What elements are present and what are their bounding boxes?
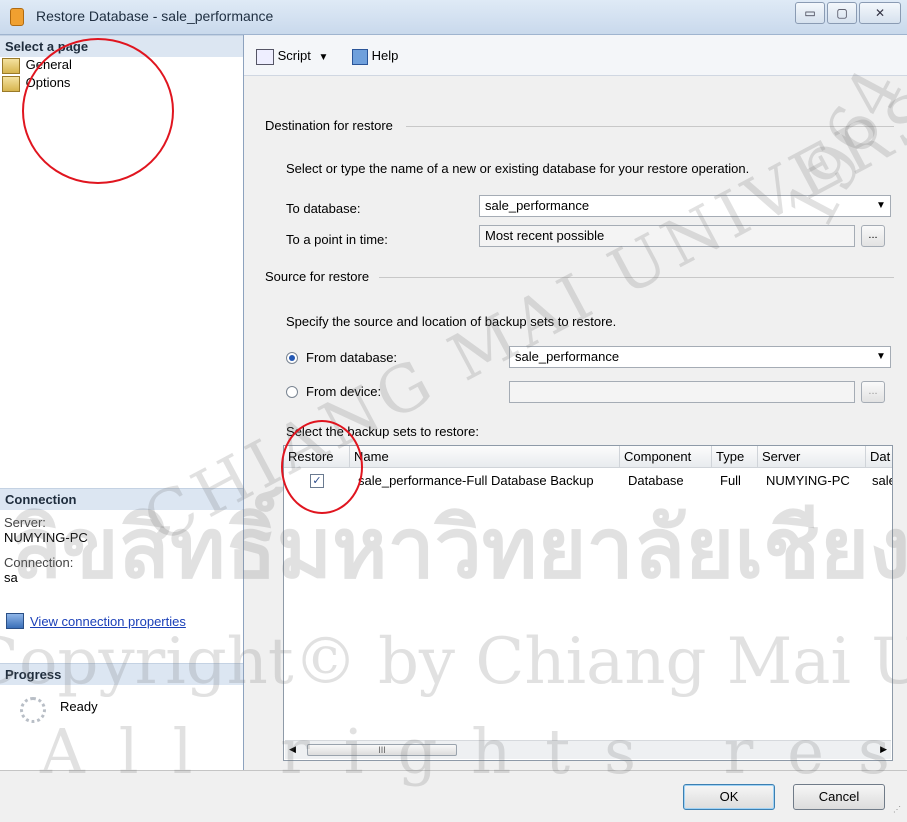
restore-checkbox[interactable]: ✓ — [310, 474, 324, 488]
help-button[interactable]: Help — [352, 45, 398, 67]
ok-button[interactable]: OK — [683, 784, 775, 810]
component-cell: Database — [628, 473, 684, 488]
maximize-button[interactable]: ▢ — [827, 2, 857, 24]
from-database-value: sale_performance — [515, 349, 620, 364]
connection-header: Connection — [0, 488, 243, 510]
sidebar-item-options[interactable]: Options — [2, 75, 70, 92]
from-device-browse-button[interactable]: ... — [861, 381, 885, 403]
source-group-label: Source for restore — [265, 269, 370, 284]
minimize-button[interactable]: ▭ — [795, 2, 825, 24]
connection-value: sa — [4, 570, 18, 585]
page-icon — [2, 75, 20, 92]
from-device-label: From device: — [306, 384, 382, 399]
select-page-header: Select a page — [0, 35, 243, 57]
scroll-left-icon[interactable]: ◀ — [289, 744, 296, 755]
script-icon — [256, 48, 274, 65]
point-in-time-browse-button[interactable]: ... — [861, 225, 885, 247]
to-database-combo[interactable]: sale_performance ▼ — [479, 195, 891, 217]
server-label: Server: — [4, 515, 46, 530]
sidebar-item-label: General — [25, 57, 72, 72]
from-device-field[interactable] — [509, 381, 855, 403]
resize-grip-icon[interactable]: ⋰ — [893, 805, 901, 814]
backup-name-cell: sale_performance-Full Database Backup — [358, 473, 594, 488]
progress-header: Progress — [0, 663, 243, 685]
table-row[interactable]: ✓ sale_performance-Full Database Backup … — [284, 468, 892, 494]
chevron-down-icon[interactable]: ▼ — [872, 347, 890, 367]
from-database-label: From database: — [306, 350, 398, 365]
database-icon — [10, 8, 24, 26]
from-device-radio[interactable] — [286, 386, 298, 398]
group-divider — [406, 126, 894, 127]
column-header-dat[interactable]: Dat — [866, 446, 892, 468]
column-header-type[interactable]: Type — [712, 446, 758, 468]
progress-spinner-icon — [20, 697, 46, 723]
scroll-right-icon[interactable]: ▶ — [880, 744, 887, 755]
point-in-time-label: To a point in time: — [286, 232, 388, 247]
help-label: Help — [371, 48, 399, 63]
point-in-time-field[interactable]: Most recent possible — [479, 225, 855, 247]
sidebar-item-label: Options — [25, 75, 71, 90]
server-value: NUMYING-PC — [4, 530, 88, 545]
type-cell: Full — [720, 473, 741, 488]
to-database-label: To database: — [286, 201, 361, 216]
connection-properties-icon — [6, 613, 24, 629]
to-database-value: sale_performance — [485, 198, 590, 213]
dat-cell: sale — [872, 473, 892, 488]
destination-instruction: Select or type the name of a new or exis… — [286, 161, 750, 176]
destination-group-label: Destination for restore — [265, 118, 393, 133]
scroll-thumb[interactable]: III — [307, 744, 457, 756]
sidebar: Select a page General Options Connection… — [0, 35, 244, 770]
column-header-component[interactable]: Component — [620, 446, 712, 468]
connection-label: Connection: — [4, 555, 74, 570]
from-database-radio[interactable] — [286, 352, 298, 364]
close-button[interactable]: ✕ — [859, 2, 901, 24]
horizontal-scrollbar[interactable]: ◀ III ▶ — [285, 740, 891, 759]
button-bar: OK Cancel ⋰ — [0, 770, 907, 822]
progress-status: Ready — [60, 699, 98, 714]
source-instruction: Specify the source and location of backu… — [286, 314, 617, 329]
server-cell: NUMYING-PC — [766, 473, 850, 488]
script-label: Script — [277, 48, 311, 63]
column-header-name[interactable]: Name — [350, 446, 620, 468]
page-icon — [2, 57, 20, 74]
column-header-restore[interactable]: Restore — [284, 446, 350, 468]
from-database-combo[interactable]: sale_performance ▼ — [509, 346, 891, 368]
chevron-down-icon[interactable]: ▼ — [872, 196, 890, 216]
column-header-server[interactable]: Server — [758, 446, 866, 468]
sidebar-item-general[interactable]: General — [2, 57, 72, 74]
backup-sets-label: Select the backup sets to restore: — [286, 424, 479, 439]
window-title: Restore Database - sale_performance — [36, 8, 274, 24]
backup-sets-grid[interactable]: Restore Name Component Type Server Dat ✓… — [283, 445, 893, 761]
toolbar: Script ▼ Help — [244, 35, 907, 76]
group-divider — [379, 277, 894, 278]
chevron-down-icon: ▼ — [318, 52, 329, 63]
cancel-button[interactable]: Cancel — [793, 784, 885, 810]
title-bar[interactable]: Restore Database - sale_performance ▭ ▢ … — [0, 0, 907, 35]
script-button[interactable]: Script ▼ — [256, 45, 328, 67]
view-connection-properties-link[interactable]: View connection properties — [30, 614, 186, 630]
help-icon — [352, 48, 368, 65]
